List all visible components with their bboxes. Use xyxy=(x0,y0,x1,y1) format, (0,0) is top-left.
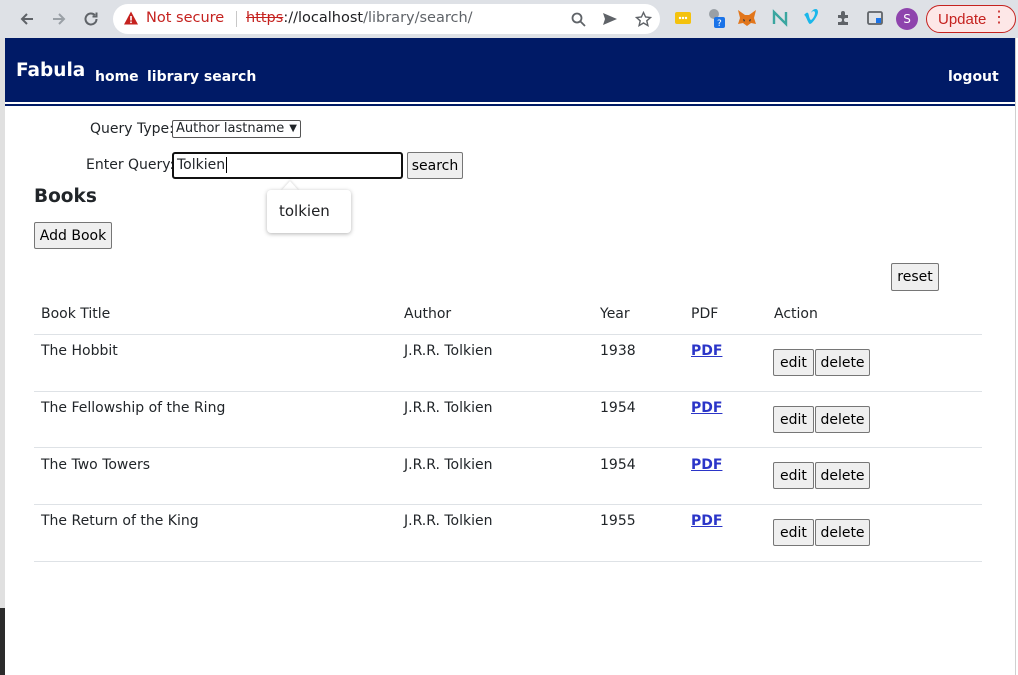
browser-update-button[interactable]: Update ⋮ xyxy=(926,5,1016,33)
window-left-edge xyxy=(0,38,5,675)
text-cursor xyxy=(226,157,228,173)
url-scheme: https xyxy=(246,10,284,26)
query-type-label: Query Type: xyxy=(90,121,174,137)
reset-button[interactable]: reset xyxy=(891,263,939,291)
desktop-background xyxy=(0,608,5,675)
book-year-cell: 1955 xyxy=(600,513,636,529)
security-status[interactable]: Not secure xyxy=(146,10,224,26)
send-icon[interactable] xyxy=(601,10,619,28)
query-type-select[interactable]: Author lastname ▼ xyxy=(172,120,301,138)
browser-toolbar: Not secure https://localhost/library/sea… xyxy=(0,0,1018,38)
delete-button[interactable]: delete xyxy=(815,406,870,433)
navbar-underline xyxy=(5,104,1015,106)
book-title-cell: The Fellowship of the Ring xyxy=(41,400,226,416)
column-header-pdf: PDF xyxy=(691,306,719,322)
brand-logo[interactable]: Fabula xyxy=(16,60,85,81)
update-label: Update xyxy=(938,10,987,28)
query-input[interactable]: Tolkien xyxy=(172,152,403,179)
enter-query-label: Enter Query: xyxy=(86,157,175,173)
chevron-down-icon: ▼ xyxy=(289,123,297,134)
column-header-title: Book Title xyxy=(41,306,111,322)
reload-icon[interactable] xyxy=(79,7,103,31)
book-author-cell: J.R.R. Tolkien xyxy=(404,513,493,529)
pdf-link[interactable]: PDF xyxy=(691,400,722,416)
edit-button[interactable]: edit xyxy=(773,349,814,376)
edit-button[interactable]: edit xyxy=(773,519,814,546)
extension-notes-icon[interactable] xyxy=(673,8,693,28)
query-type-value: Author lastname xyxy=(176,121,285,136)
column-header-author: Author xyxy=(404,306,452,322)
vimeo-icon[interactable] xyxy=(801,8,821,28)
svg-text:?: ? xyxy=(717,19,722,29)
delete-button[interactable]: delete xyxy=(815,519,870,546)
table-divider xyxy=(34,561,982,562)
delete-button[interactable]: delete xyxy=(815,349,870,376)
sidebar-panel-icon[interactable] xyxy=(865,8,885,28)
url-path: /library/search/ xyxy=(363,10,473,26)
pdf-link[interactable]: PDF xyxy=(691,457,722,473)
nav-library-search-link[interactable]: library search xyxy=(147,69,256,85)
table-divider xyxy=(34,391,982,392)
forward-arrow-icon[interactable] xyxy=(47,7,71,31)
books-heading: Books xyxy=(34,186,97,207)
url-text[interactable]: https://localhost/library/search/ xyxy=(246,10,473,26)
extensions-puzzle-icon[interactable] xyxy=(834,8,854,28)
address-bar[interactable]: Not secure https://localhost/library/sea… xyxy=(113,4,660,34)
autocomplete-suggestion[interactable]: tolkien xyxy=(267,190,351,233)
pdf-link[interactable]: PDF xyxy=(691,513,722,529)
url-host: ://localhost xyxy=(283,10,364,26)
bookmark-star-icon[interactable] xyxy=(634,10,652,28)
add-book-button[interactable]: Add Book xyxy=(34,222,112,249)
edit-button[interactable]: edit xyxy=(773,462,814,489)
extension-help-icon[interactable]: ? xyxy=(706,8,726,29)
book-author-cell: J.R.R. Tolkien xyxy=(404,457,493,473)
table-divider xyxy=(34,447,982,448)
warning-icon[interactable] xyxy=(123,10,139,30)
edit-button[interactable]: edit xyxy=(773,406,814,433)
book-year-cell: 1954 xyxy=(600,457,636,473)
book-title-cell: The Hobbit xyxy=(41,343,118,359)
query-input-value: Tolkien xyxy=(177,157,226,173)
zoom-icon[interactable] xyxy=(569,10,587,28)
logout-link[interactable]: logout xyxy=(948,69,999,85)
app-navbar: Fabula home library search logout xyxy=(5,38,1015,105)
column-header-action: Action xyxy=(774,306,818,322)
more-menu-icon[interactable]: ⋮ xyxy=(991,9,1007,27)
back-arrow-icon[interactable] xyxy=(15,7,39,31)
table-divider xyxy=(34,504,982,505)
book-title-cell: The Two Towers xyxy=(41,457,151,473)
book-author-cell: J.R.R. Tolkien xyxy=(404,400,493,416)
book-year-cell: 1954 xyxy=(600,400,636,416)
extension-n-icon[interactable] xyxy=(770,8,790,28)
omnibox-divider xyxy=(236,11,237,27)
column-header-year: Year xyxy=(600,306,630,322)
nav-home-link[interactable]: home xyxy=(95,69,139,85)
pdf-link[interactable]: PDF xyxy=(691,343,722,359)
delete-button[interactable]: delete xyxy=(815,462,870,489)
table-divider xyxy=(34,334,982,335)
book-author-cell: J.R.R. Tolkien xyxy=(404,343,493,359)
metamask-fox-icon[interactable] xyxy=(737,8,757,28)
profile-avatar[interactable]: S xyxy=(896,8,918,30)
book-title-cell: The Return of the King xyxy=(41,513,199,529)
search-button[interactable]: search xyxy=(407,152,463,179)
book-year-cell: 1938 xyxy=(600,343,636,359)
